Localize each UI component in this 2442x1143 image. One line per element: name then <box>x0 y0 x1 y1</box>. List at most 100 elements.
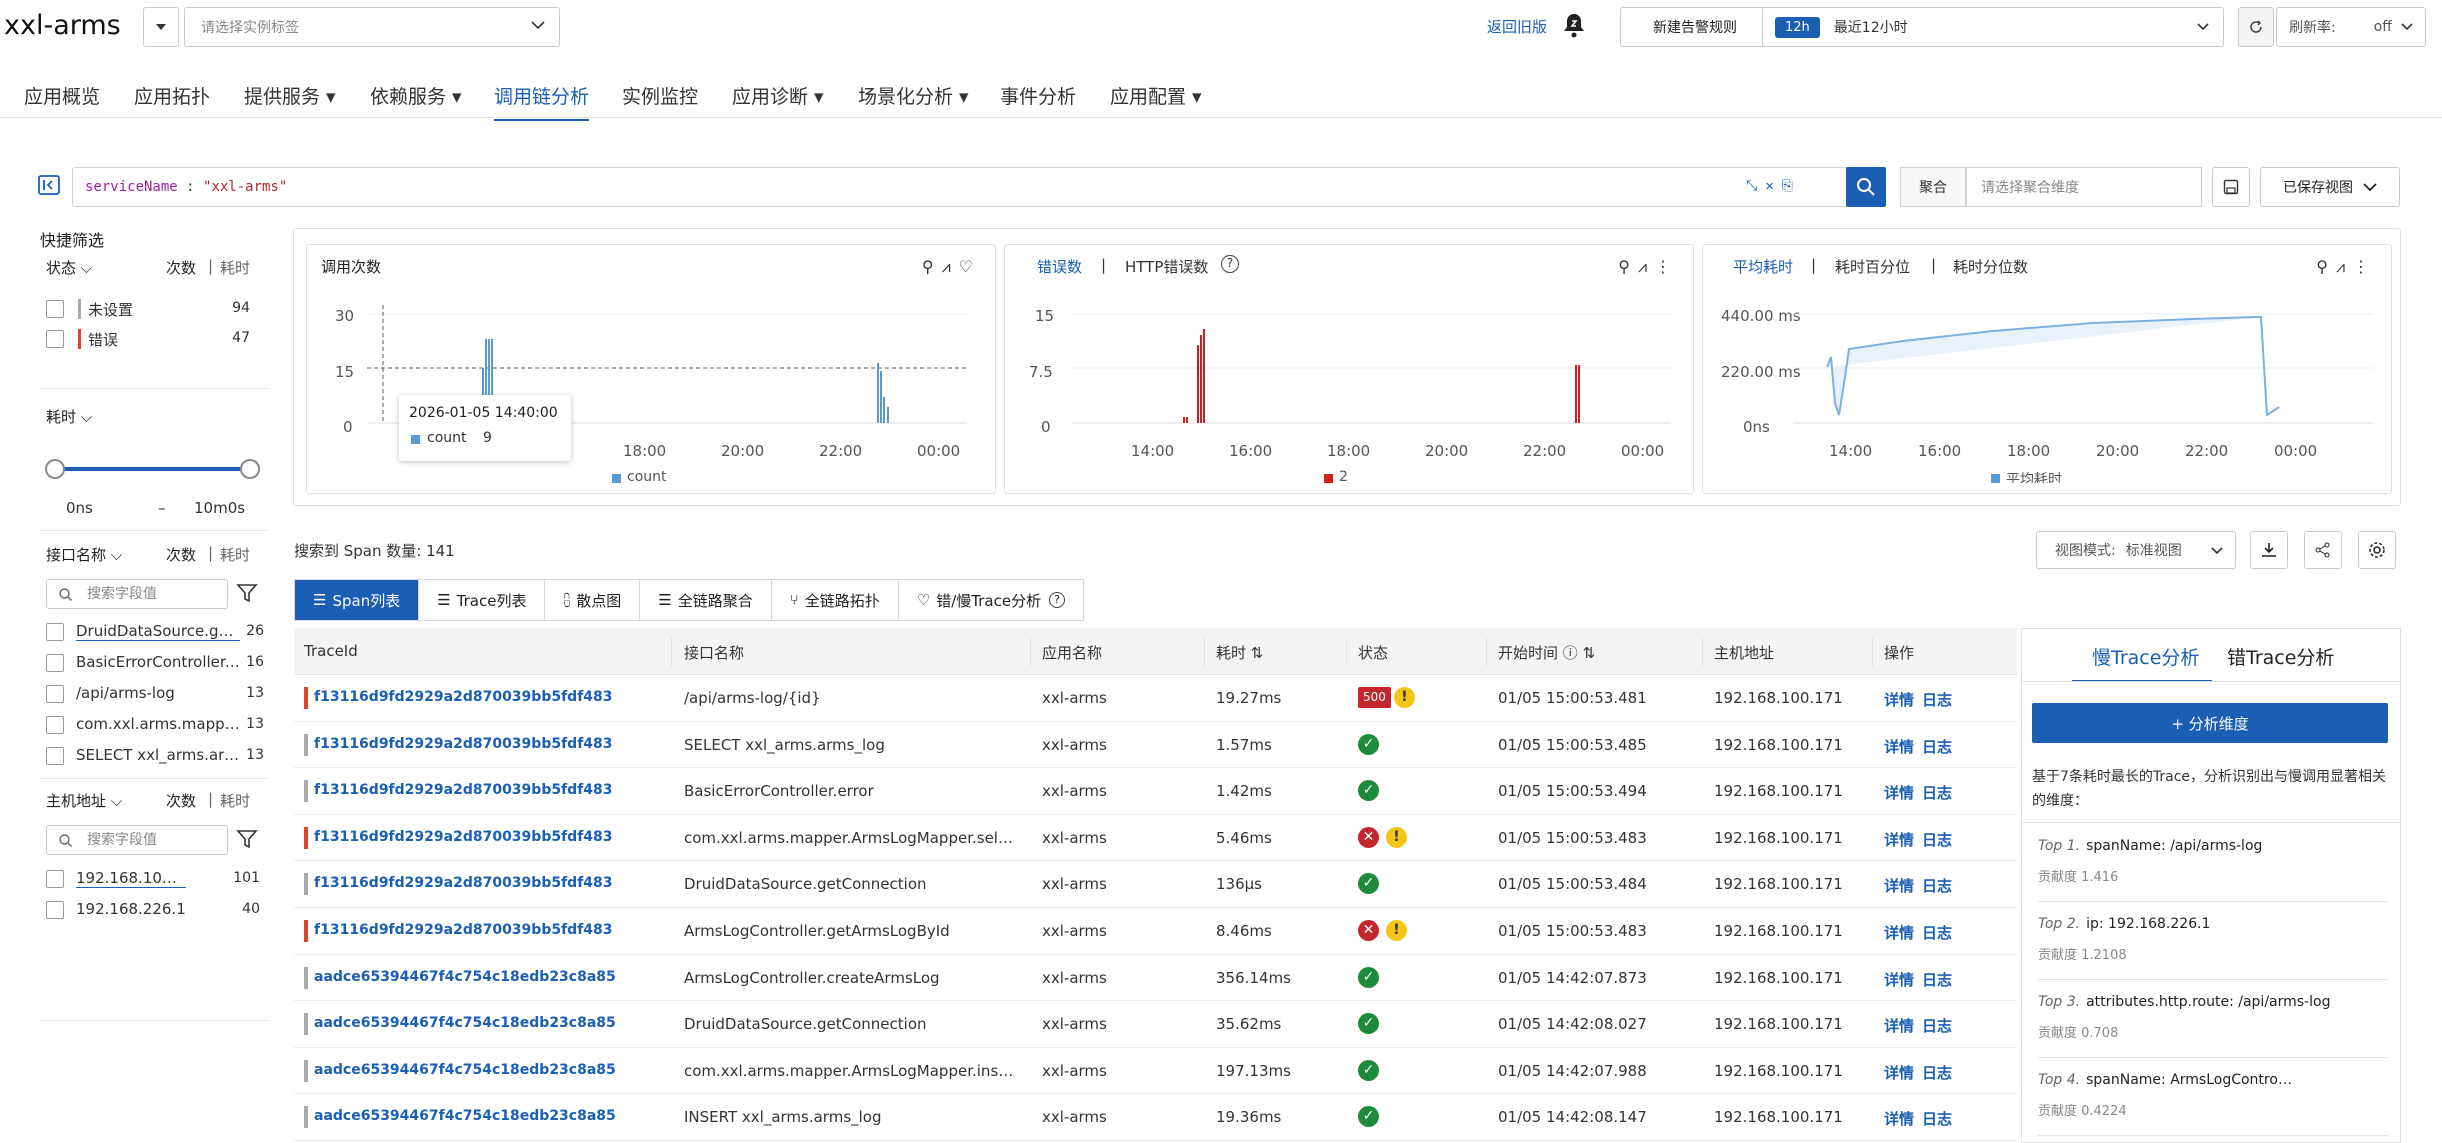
more-icon[interactable]: ⋮ <box>1655 257 1679 276</box>
nav-item-provided-services[interactable]: 提供服务 ▾ <box>244 82 336 109</box>
add-analysis-dimension-button[interactable]: + 分析维度 <box>2032 703 2388 743</box>
line-chart-icon[interactable]: ⩘ <box>2336 257 2353 276</box>
nav-item-app-config[interactable]: 应用配置 ▾ <box>1110 82 1202 109</box>
table-row[interactable]: aadce65394467f4c754c18edb23c8a85 com.xxl.… <box>294 1048 2017 1095</box>
sort-by-count[interactable]: 次数 <box>166 544 196 565</box>
detail-link[interactable]: 详情 <box>1884 1062 1914 1083</box>
log-link[interactable]: 日志 <box>1922 875 1952 896</box>
log-link[interactable]: 日志 <box>1922 782 1952 803</box>
tab-scatter[interactable]: ⩉ 散点图 <box>545 580 641 620</box>
legend-label[interactable]: 2 <box>1339 469 1348 483</box>
line-chart-icon[interactable]: ⩘ <box>1638 257 1655 276</box>
tab-avg-latency[interactable]: 平均耗时 <box>1733 256 1793 277</box>
detail-link[interactable]: 详情 <box>1884 922 1914 943</box>
trace-id-link[interactable]: aadce65394467f4c754c18edb23c8a85 <box>314 1062 616 1078</box>
trace-id-link[interactable]: f13116d9fd2929a2d870039bb5fdf483 <box>314 736 613 752</box>
log-link[interactable]: 日志 <box>1922 1015 1952 1036</box>
saved-views-dropdown[interactable]: 已保存视图 <box>2260 167 2400 207</box>
table-row[interactable]: f13116d9fd2929a2d870039bb5fdf483 SELECT x… <box>294 722 2017 769</box>
tab-trace-list[interactable]: ☰ Trace列表 <box>419 580 546 620</box>
endpoint-filter-label[interactable]: SELECT xxl_arms.arm… <box>76 746 240 764</box>
legend-label[interactable]: 平均耗时 <box>2006 469 2062 483</box>
log-link[interactable]: 日志 <box>1922 829 1952 850</box>
refresh-button[interactable] <box>2238 7 2274 47</box>
log-link[interactable]: 日志 <box>1922 736 1952 757</box>
filter-icon[interactable] <box>236 582 258 608</box>
tab-span-list[interactable]: ☰ Span列表 <box>295 580 420 620</box>
log-link[interactable]: 日志 <box>1922 1062 1952 1083</box>
nav-item-event-analysis[interactable]: 事件分析 <box>1000 82 1076 109</box>
sort-by-duration[interactable]: 耗时 <box>220 544 250 565</box>
status-filter-header[interactable]: 状态 ⌵ <box>46 257 92 278</box>
time-range-select[interactable]: 12h 最近12小时 <box>1762 7 2224 47</box>
back-old-version-link[interactable]: 返回旧版 <box>1487 16 1547 37</box>
table-row[interactable]: aadce65394467f4c754c18edb23c8a85 INSERT x… <box>294 1094 2017 1141</box>
table-row[interactable]: f13116d9fd2929a2d870039bb5fdf483 BasicErr… <box>294 768 2017 815</box>
duration-slider-max-handle[interactable] <box>240 459 260 479</box>
tab-latency-percentile[interactable]: 耗时百分位 <box>1835 256 1910 277</box>
detail-link[interactable]: 详情 <box>1884 736 1914 757</box>
endpoint-filter-label[interactable]: com.xxl.arms.mapper… <box>76 715 240 733</box>
status-unset-checkbox[interactable] <box>46 300 64 318</box>
anchor-icon[interactable]: ⚲ <box>922 257 942 276</box>
host-search-input[interactable]: 搜索字段值 <box>46 825 228 855</box>
trace-id-link[interactable]: f13116d9fd2929a2d870039bb5fdf483 <box>314 829 613 845</box>
nav-item-dependent-services[interactable]: 依赖服务 ▾ <box>370 82 462 109</box>
host-filter-label[interactable]: 192.168.100.171 <box>76 869 186 888</box>
table-row[interactable]: aadce65394467f4c754c18edb23c8a85 ArmsLogC… <box>294 955 2017 1002</box>
collapse-icon[interactable]: ⤡ <box>1746 178 1765 194</box>
detail-link[interactable]: 详情 <box>1884 875 1914 896</box>
tab-full-aggregate[interactable]: ☰ 全链路聚合 <box>640 580 772 620</box>
search-button[interactable] <box>1846 167 1886 207</box>
log-link[interactable]: 日志 <box>1922 922 1952 943</box>
status-error-checkbox[interactable] <box>46 330 64 348</box>
help-icon[interactable]: ? <box>1221 255 1239 273</box>
sort-by-count[interactable]: 次数 <box>166 790 196 811</box>
collapse-sidebar-icon[interactable] <box>38 174 60 200</box>
nav-item-trace-analysis[interactable]: 调用链分析 <box>494 82 590 121</box>
log-link[interactable]: 日志 <box>1922 1108 1952 1129</box>
anchor-icon[interactable]: ⚲ <box>1618 257 1638 276</box>
help-icon[interactable]: ? <box>1049 592 1066 608</box>
analysis-item[interactable]: Top 2. ip: 192.168.226.1 贡献度 1.2108 <box>2038 902 2388 980</box>
instance-tag-select[interactable]: 请选择实例标签 <box>184 7 560 47</box>
detail-link[interactable]: 详情 <box>1884 1108 1914 1129</box>
endpoint-checkbox[interactable] <box>46 623 64 641</box>
nav-item-diagnosis[interactable]: 应用诊断 ▾ <box>732 82 824 109</box>
trace-id-link[interactable]: aadce65394467f4c754c18edb23c8a85 <box>314 969 616 985</box>
analysis-item[interactable]: Top 4. spanName: ArmsLogContro… 贡献度 0.4224 <box>2038 1058 2388 1136</box>
host-checkbox[interactable] <box>46 901 64 919</box>
detail-link[interactable]: 详情 <box>1884 1015 1914 1036</box>
trace-id-link[interactable]: f13116d9fd2929a2d870039bb5fdf483 <box>314 782 613 798</box>
endpoint-checkbox[interactable] <box>46 747 64 765</box>
endpoint-filter-label[interactable]: /api/arms-log <box>76 684 240 702</box>
aggregate-dimension-select[interactable]: 请选择聚合维度 <box>1966 167 2202 207</box>
share-button[interactable] <box>2304 531 2342 569</box>
save-view-button[interactable] <box>2212 167 2250 207</box>
trace-id-link[interactable]: f13116d9fd2929a2d870039bb5fdf483 <box>314 689 613 705</box>
col-duration[interactable]: 耗时 ⇅ <box>1216 642 1263 663</box>
host-filter-header[interactable]: 主机地址 ⌵ <box>46 790 122 811</box>
host-checkbox[interactable] <box>46 870 64 888</box>
app-switch-dropdown[interactable] <box>143 7 179 47</box>
clear-icon[interactable]: ✕ <box>1765 178 1781 194</box>
analysis-item[interactable]: Top 1. spanName: /api/arms-log 贡献度 1.416 <box>2038 824 2388 902</box>
endpoint-checkbox[interactable] <box>46 685 64 703</box>
tab-latency-quantile[interactable]: 耗时分位数 <box>1953 256 2028 277</box>
view-mode-select[interactable]: 视图模式: 标准视图 <box>2036 531 2236 569</box>
table-row[interactable]: aadce65394467f4c754c18edb23c8a85 DruidDat… <box>294 1001 2017 1048</box>
settings-button[interactable] <box>2358 531 2396 569</box>
filter-icon[interactable] <box>236 828 258 854</box>
query-input[interactable]: serviceName : "xxl-arms" ⤡✕⎘ <box>72 167 1852 207</box>
endpoint-filter-header[interactable]: 接口名称 ⌵ <box>46 544 122 565</box>
trace-id-link[interactable]: f13116d9fd2929a2d870039bb5fdf483 <box>314 922 613 938</box>
refresh-rate-select[interactable]: 刷新率: off <box>2276 7 2426 47</box>
sort-by-count[interactable]: 次数 <box>166 257 196 278</box>
endpoint-filter-label[interactable]: BasicErrorController.… <box>76 653 240 671</box>
nav-item-overview[interactable]: 应用概览 <box>24 82 100 109</box>
table-row[interactable]: f13116d9fd2929a2d870039bb5fdf483 DruidDat… <box>294 861 2017 908</box>
endpoint-checkbox[interactable] <box>46 654 64 672</box>
tab-error-trace[interactable]: 错Trace分析 <box>2227 643 2334 670</box>
endpoint-checkbox[interactable] <box>46 716 64 734</box>
bell-icon[interactable] <box>1562 12 1586 42</box>
